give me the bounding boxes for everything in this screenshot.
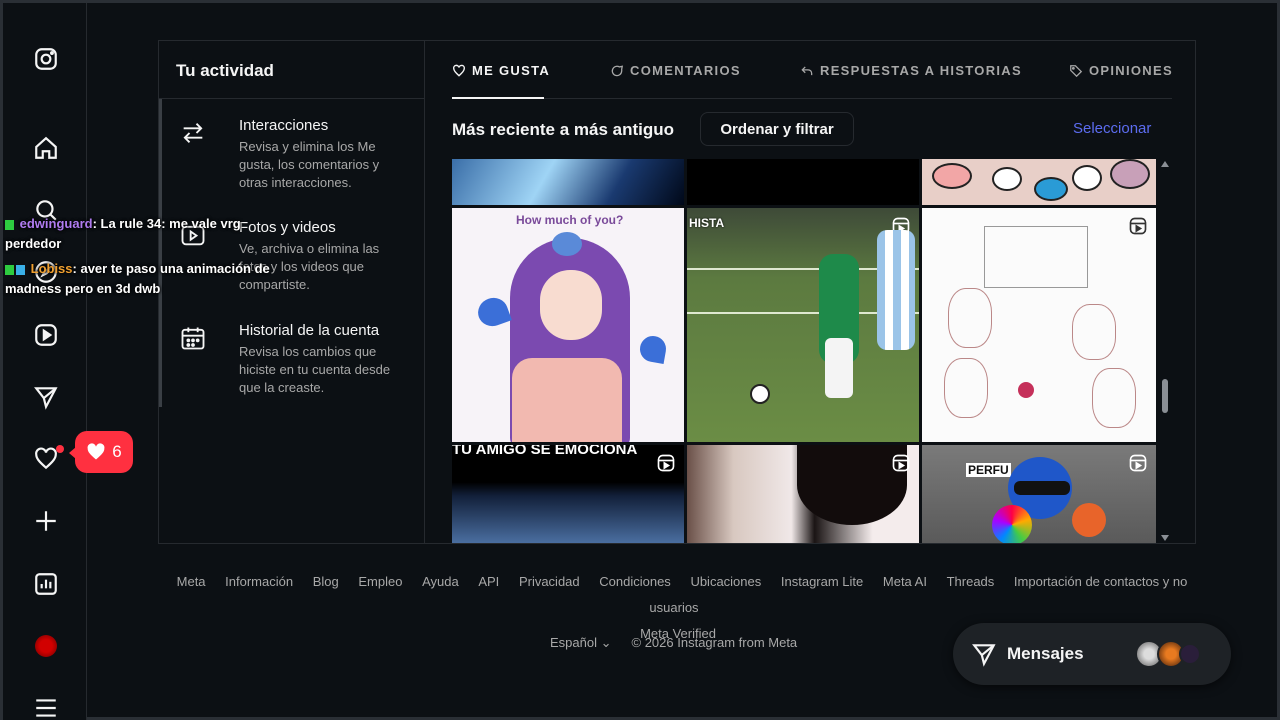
post-thumbnail[interactable] [922,159,1156,205]
post-thumbnail[interactable]: How much of you? [452,208,684,442]
post-thumbnail[interactable] [687,159,919,205]
footer-link[interactable]: Blog [313,574,339,589]
chat-badge-icon [5,264,14,275]
post-caption: TU AMIGO SE EMOCIONA [452,445,638,458]
tab-label: RESPUESTAS A HISTORIAS [820,63,1022,78]
footer-link[interactable]: Threads [947,574,995,589]
activity-item-title: Historial de la cuenta [239,322,380,339]
chat-username: Lobiss [30,261,73,276]
post-thumbnail[interactable] [452,159,684,205]
footer-link[interactable]: API [478,574,499,589]
notification-dot [56,445,64,453]
tab-likes[interactable]: ME GUSTA [452,63,550,78]
footer-link[interactable]: Ayuda [422,574,459,589]
language-label: Español [550,635,597,650]
liked-posts-grid: How much of you? HISTA TU AMIGO SE EMOCI… [452,159,1170,543]
activity-item-desc: Revisa los cambios que hiciste en tu cue… [239,344,391,395]
sort-order-title: Más reciente a más antiguo [452,120,675,139]
activity-main: ME GUSTA COMENTARIOS RESPUESTAS A HISTOR… [426,41,1196,543]
tag-icon [1070,64,1083,77]
footer-link[interactable]: Meta [177,574,206,589]
send-icon [972,644,996,667]
avatar [1179,643,1201,665]
post-caption: PERFU [966,463,1011,477]
home-icon[interactable] [31,133,61,163]
activity-item-history[interactable]: Historial de la cuenta Revisa los cambio… [179,322,415,395]
post-caption: How much of you? [516,213,624,227]
likes-count: 6 [112,442,122,461]
tab-reviews[interactable]: OPINIONES [1069,63,1173,78]
dashboard-icon[interactable] [31,569,61,599]
post-thumbnail[interactable] [922,208,1156,442]
heart-icon [453,64,465,77]
activity-item-title: Interacciones [239,117,329,134]
message-avatars [1135,640,1215,668]
footer-link[interactable]: Condiciones [599,574,671,589]
messages-icon[interactable] [31,382,61,412]
activity-panel: Tu actividad Interacciones Revisa y elim… [158,40,1196,544]
notifications-icon[interactable] [31,444,64,474]
reels-icon[interactable] [31,320,61,350]
activity-title: Tu actividad [176,61,274,80]
profile-avatar[interactable] [35,635,57,657]
scrollbar-thumb[interactable] [1162,379,1168,413]
instagram-icon[interactable] [31,44,61,74]
left-nav: 6 [3,3,133,720]
messages-button[interactable]: Mensajes [953,623,1231,685]
calendar-icon [181,327,205,350]
messages-label: Mensajes [1007,644,1084,663]
footer-link[interactable]: Ubicaciones [690,574,761,589]
chat-badge-icon [5,219,14,230]
select-button[interactable]: Seleccionar [1073,120,1151,137]
chevron-down-icon: ⌄ [600,635,612,650]
footer-link[interactable]: Meta AI [883,574,927,589]
reply-icon [801,65,813,75]
active-tab-underline [452,97,544,99]
arrows-exchange-icon [183,123,203,143]
scroll-down-arrow[interactable] [1161,535,1169,541]
footer-link[interactable]: Empleo [358,574,402,589]
tab-story-replies[interactable]: RESPUESTAS A HISTORIAS [800,63,1022,78]
scroll-up-arrow[interactable] [1161,161,1169,167]
reel-icon [892,454,910,472]
activity-tabs: ME GUSTA COMENTARIOS RESPUESTAS A HISTOR… [452,41,1172,99]
comment-icon [611,65,624,76]
heart-icon [87,443,105,460]
tab-label: OPINIONES [1089,63,1173,78]
chat-message: edwinguard: La rule 34: me vale vrg perd… [5,214,275,254]
post-thumbnail[interactable]: PERFU [922,445,1156,543]
reel-icon [1129,454,1147,472]
language-select[interactable]: Español ⌄ [550,635,612,651]
create-icon[interactable] [31,506,61,536]
sort-filter-button[interactable]: Ordenar y filtrar [700,112,854,146]
tab-label: ME GUSTA [472,63,551,78]
footer-link[interactable]: Información [225,574,293,589]
post-caption: HISTA [689,216,725,230]
post-thumbnail[interactable]: HISTA [687,208,919,442]
activity-item-desc: Revisa y elimina los Me gusta, los comen… [239,139,380,190]
tab-label: COMENTARIOS [630,63,741,78]
footer-bottom: Español ⌄ © 2026 Instagram from Meta [550,635,797,651]
post-thumbnail[interactable] [687,445,919,543]
reel-icon [1129,217,1147,235]
footer-link[interactable]: Privacidad [519,574,580,589]
chat-username: edwinguard [19,216,93,231]
grid-scrollbar[interactable] [1159,159,1171,543]
more-menu-icon[interactable] [31,693,61,720]
divider [159,98,425,99]
copyright: © 2026 Instagram from Meta [631,635,798,650]
post-thumbnail[interactable]: TU AMIGO SE EMOCIONA [452,445,684,543]
activity-item-interactions[interactable]: Interacciones Revisa y elimina los Me gu… [179,117,415,190]
reel-icon [657,454,675,472]
chat-badge-icon [16,264,25,275]
tab-comments[interactable]: COMENTARIOS [610,63,741,78]
likes-notification-badge[interactable]: 6 [69,431,133,473]
chat-message: Lobiss: aver te paso una animación de ma… [5,259,275,299]
footer-link[interactable]: Instagram Lite [781,574,863,589]
